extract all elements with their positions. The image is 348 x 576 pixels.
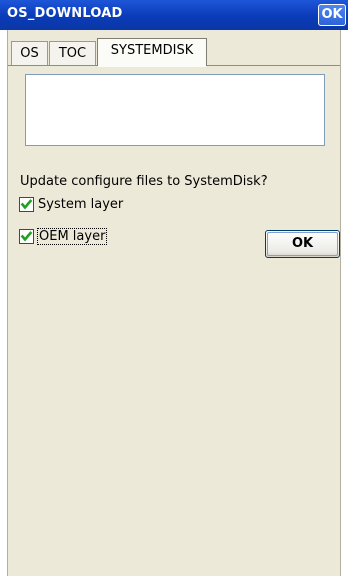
ok-button-label: OK [291,236,314,251]
oem-layer-option[interactable]: OEM layer [19,227,108,245]
system-layer-option[interactable]: System layer [19,195,123,213]
oem-layer-checkbox[interactable] [19,228,34,244]
tab-os[interactable]: OS [11,41,48,66]
system-layer-checkbox[interactable] [19,196,34,212]
dialog-client-area: OS TOC SYSTEMDISK Update configure files… [7,30,341,576]
check-icon [20,230,33,242]
window-title: OS_DOWNLOAD [7,6,123,21]
os-download-window: OS_DOWNLOAD OK OS TOC SYSTEMDISK Update … [0,0,348,576]
update-prompt-label: Update configure files to SystemDisk? [20,174,268,189]
tab-systemdisk[interactable]: SYSTEMDISK [97,38,207,66]
title-bar: OS_DOWNLOAD OK [0,0,348,30]
output-textbox[interactable] [25,74,325,146]
check-icon [20,198,33,210]
system-layer-label: System layer [38,196,124,212]
ok-button[interactable]: OK [265,230,340,258]
tab-toc[interactable]: TOC [49,41,96,66]
oem-layer-label: OEM layer [36,227,108,245]
title-ok-button[interactable]: OK [318,4,346,26]
